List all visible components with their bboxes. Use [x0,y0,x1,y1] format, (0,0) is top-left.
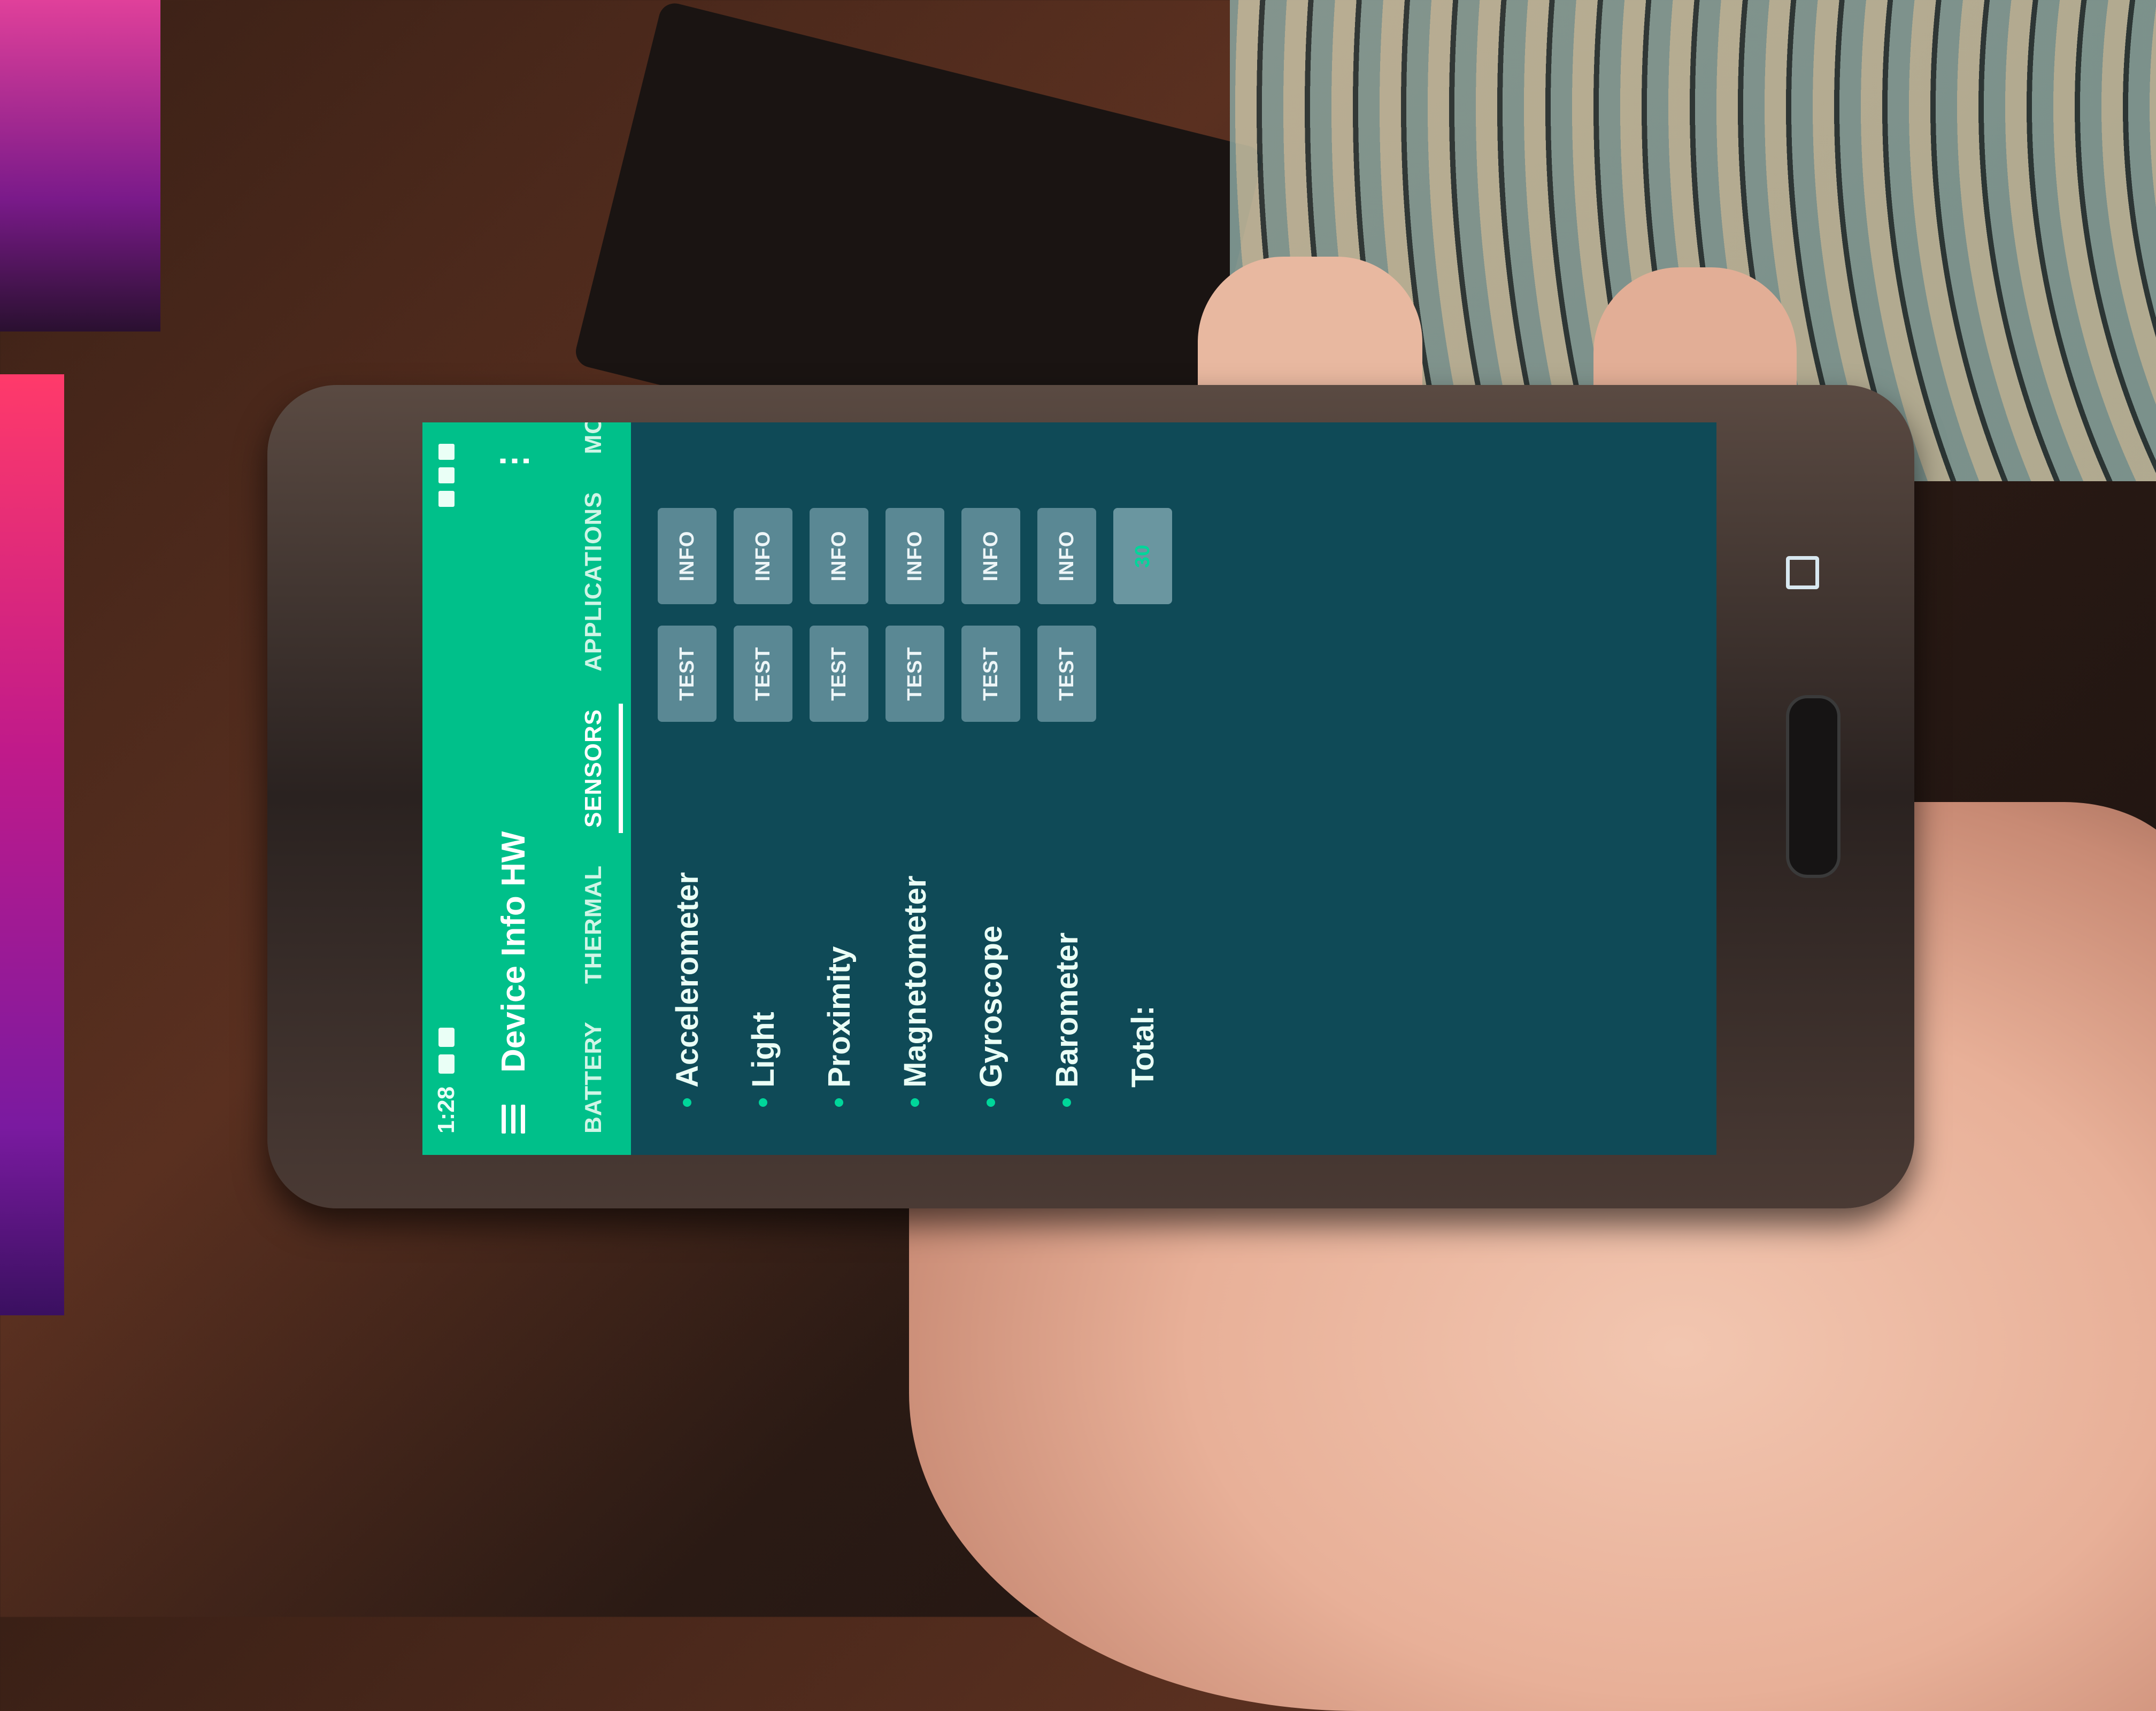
sensor-name: Barometer [1049,932,1084,1088]
app-title: Device Info HW [495,831,532,1073]
info-button[interactable]: INFO [1037,508,1096,604]
sensor-name: Proximity [821,946,857,1088]
recents-icon[interactable] [1786,556,1819,589]
status-bar: 1:28 [422,422,471,1155]
info-button[interactable]: INFO [810,508,868,604]
phone-screen: 1:28 Device Info HW ⋮ BATTERY THERMAL SE… [422,422,1716,1155]
test-button[interactable]: TEST [886,626,944,722]
tab-bar: BATTERY THERMAL SENSORS APPLICATIONS MOU… [556,422,631,1155]
app-window: 1:28 Device Info HW ⋮ BATTERY THERMAL SE… [422,422,1716,1155]
notification-icon [438,1054,455,1074]
total-value: 30 [1113,508,1172,604]
notification-icon [438,1027,455,1047]
signal-icon [438,467,455,483]
info-button[interactable]: INFO [658,508,717,604]
tab-mount[interactable]: MOUN [564,422,623,454]
overflow-menu-icon[interactable]: ⋮ [494,444,533,478]
status-dot [1062,1098,1071,1107]
background-monitor [0,0,160,332]
home-button[interactable] [1786,695,1841,878]
background-monitor-screen [0,374,64,1315]
sensor-name: Magnetometer [897,875,933,1088]
status-dot [911,1098,919,1107]
toolbar: Device Info HW ⋮ [471,422,556,1155]
sensor-name: Gyroscope [973,926,1008,1088]
sensor-row-magnetometer: Magnetometer TEST INFO [880,422,950,1155]
tab-battery[interactable]: BATTERY [564,1021,623,1134]
app-bar: 1:28 Device Info HW ⋮ BATTERY THERMAL SE… [422,422,631,1155]
test-button[interactable]: TEST [1037,626,1096,722]
test-button[interactable]: TEST [810,626,868,722]
sensor-row-light: Light TEST INFO [728,422,798,1155]
sensor-row-proximity: Proximity TEST INFO [804,422,874,1155]
status-dot [683,1098,691,1107]
test-button[interactable]: TEST [734,626,792,722]
sensor-name: Light [745,1012,781,1088]
info-button[interactable]: INFO [961,508,1020,604]
sensor-row-barometer: Barometer TEST INFO [1032,422,1102,1155]
status-dot [835,1098,843,1107]
info-button[interactable]: INFO [886,508,944,604]
status-time: 1:28 [433,1086,459,1134]
sensor-row-gyroscope: Gyroscope TEST INFO [956,422,1026,1155]
tab-applications[interactable]: APPLICATIONS [564,492,623,672]
battery-icon [438,444,455,460]
tab-thermal[interactable]: THERMAL [564,865,623,984]
test-button[interactable]: TEST [961,626,1020,722]
total-label: Total: [1125,1005,1160,1088]
test-button[interactable]: TEST [658,626,717,722]
sensor-name: Accelerometer [669,872,705,1088]
status-dot [987,1098,995,1107]
menu-icon[interactable] [502,1105,525,1134]
wifi-icon [438,491,455,507]
status-dot [759,1098,767,1107]
sensor-row-accelerometer: Accelerometer TEST INFO [652,422,722,1155]
total-row: Total: 30 [1108,422,1177,1155]
info-button[interactable]: INFO [734,508,792,604]
tab-sensors[interactable]: SENSORS [564,709,623,828]
